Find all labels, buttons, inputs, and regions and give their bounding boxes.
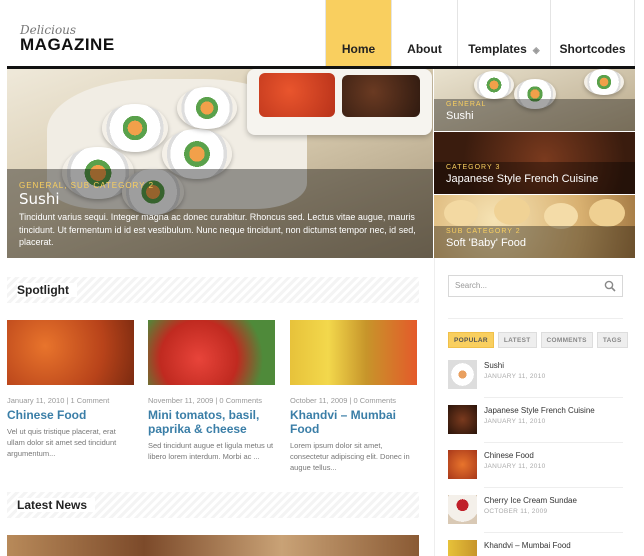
chinese-food-image[interactable] [7,320,134,385]
post-thumbnail[interactable] [448,540,477,556]
nav-shortcodes-label: Shortcodes [559,42,626,56]
hero-description: Tincidunt varius sequi. Integer magna ac… [19,212,416,247]
card-excerpt: Lorem ipsum dolor sit amet, consectetur … [290,441,410,472]
site-logo[interactable]: Delicious MAGAZINE [20,24,115,53]
post-title[interactable]: Sushi [484,361,504,370]
post-thumbnail[interactable] [448,495,477,524]
card-title[interactable]: Khandvi – Mumbai Food [290,408,418,436]
feature-title[interactable]: Sushi [446,110,474,122]
feature-tile-japanese-cuisine[interactable]: CATEGORY 3 Japanese Style French Cuisine [434,132,635,194]
hero-slide[interactable]: GENERAL, SUB CATEGORY 2 Sushi Tincidunt … [7,69,433,258]
card-meta: November 11, 2009 | 0 Comments [148,396,262,405]
post-divider [484,487,623,488]
feature-tile-sushi[interactable]: GENERAL Sushi [434,69,635,131]
food-image [444,200,478,226]
spotlight-card: January 11, 2010 | 1 Comment Chinese Foo… [7,320,135,459]
latest-news-image[interactable] [7,535,419,556]
feature-category: CATEGORY 3 [446,164,501,171]
post-title[interactable]: Khandvi – Mumbai Food [484,541,571,550]
post-date: JANUARY 11, 2010 [484,373,546,380]
nav-home[interactable]: Home [325,0,391,66]
sidebar-post[interactable]: Japanese Style French Cuisine JANUARY 11… [448,405,623,443]
sidebar-post[interactable]: Chinese Food JANUARY 11, 2010 [448,450,623,488]
sauce-image [259,73,335,117]
post-date: OCTOBER 11, 2009 [484,508,548,515]
post-title[interactable]: Chinese Food [484,451,534,460]
sushi-roll-image [177,87,237,129]
card-title[interactable]: Chinese Food [7,408,135,422]
post-title[interactable]: Japanese Style French Cuisine [484,406,595,415]
food-image [494,197,530,225]
tab-tags[interactable]: TAGS [596,332,628,348]
sidebar-post[interactable]: Cherry Ice Cream Sundae OCTOBER 11, 2009 [448,495,623,533]
post-divider [484,532,623,533]
nav-templates[interactable]: Templates ◈ [457,0,550,66]
tomato-image[interactable] [148,320,275,385]
spotlight-heading: Spotlight [7,277,419,303]
page: Delicious MAGAZINE Home About Templates ◈… [0,0,644,556]
search-input[interactable]: Search... [448,275,623,297]
tab-popular[interactable]: POPULAR [448,332,494,348]
nav-shortcodes[interactable]: Shortcodes [550,0,635,66]
post-date: JANUARY 11, 2010 [484,418,546,425]
nav-home-label: Home [341,42,376,56]
post-divider [484,442,623,443]
feature-category: GENERAL [446,101,487,108]
feature-title[interactable]: Japanese Style French Cuisine [446,173,598,185]
card-excerpt: Sed tincidunt augue et ligula metus ut l… [148,441,274,461]
hero-title[interactable]: Sushi [19,190,60,208]
sushi-roll-image [584,69,624,95]
nav-templates-label: Templates [468,42,527,56]
main-nav: Home About Templates ◈ Shortcodes [325,0,635,66]
sidebar-post[interactable]: Khandvi – Mumbai Food [448,540,623,556]
spotlight-heading-text: Spotlight [17,283,77,297]
sidebar-post[interactable]: Sushi JANUARY 11, 2010 [448,360,623,398]
nav-about[interactable]: About [391,0,457,66]
tab-comments[interactable]: COMMENTS [540,332,593,348]
post-title[interactable]: Cherry Ice Cream Sundae [484,496,577,505]
card-meta: January 11, 2010 | 1 Comment [7,396,110,405]
post-thumbnail[interactable] [448,450,477,479]
post-divider [484,397,623,398]
hero-category[interactable]: GENERAL, SUB CATEGORY 2 [19,181,154,190]
sauce-image [342,75,420,117]
feature-title[interactable]: Soft 'Baby' Food [446,237,526,249]
tab-latest[interactable]: LATEST [497,332,537,348]
khandvi-image[interactable] [290,320,417,385]
card-title[interactable]: Mini tomatos, basil, paprika & cheese [148,408,276,436]
dropdown-icon: ◈ [532,45,540,55]
post-date: JANUARY 11, 2010 [484,463,546,470]
spotlight-card: November 11, 2009 | 0 Comments Mini toma… [148,320,276,462]
food-image [589,199,625,227]
card-excerpt: Vel ut quis tristique placerat, erat ull… [7,427,117,458]
logo-main-text: MAGAZINE [20,35,115,54]
site-header: Delicious MAGAZINE Home About Templates ◈… [0,0,644,66]
sidebar: Search... POPULAR LATEST COMMENTS TAGS S… [434,258,635,556]
sidebar-divider [448,318,623,319]
sidebar-tabs: POPULAR LATEST COMMENTS TAGS [448,332,628,348]
latest-news-heading-text: Latest News [17,498,96,512]
feature-category: SUB CATEGORY 2 [446,228,521,235]
search-placeholder: Search... [455,281,488,290]
post-thumbnail[interactable] [448,405,477,434]
search-icon[interactable] [603,279,617,293]
spotlight-card: October 11, 2009 | 0 Comments Khandvi – … [290,320,418,473]
card-meta: October 11, 2009 | 0 Comments [290,396,397,405]
latest-news-heading: Latest News [7,492,419,518]
sushi-roll-image [102,104,168,152]
nav-about-label: About [407,42,442,56]
feature-tile-baby-food[interactable]: SUB CATEGORY 2 Soft 'Baby' Food [434,195,635,258]
post-thumbnail[interactable] [448,360,477,389]
sushi-roll-image [474,71,514,99]
